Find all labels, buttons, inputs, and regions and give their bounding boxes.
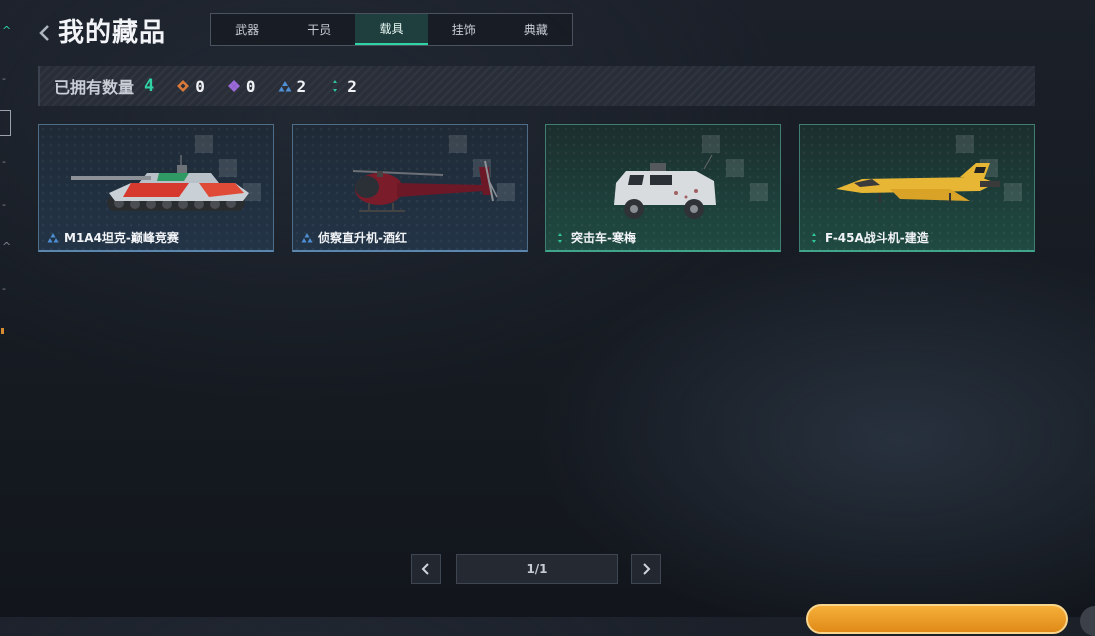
- rarity-count: 2: [296, 76, 307, 96]
- nav-marker-icon[interactable]: -: [2, 72, 6, 85]
- nav-marker-icon[interactable]: ^: [2, 24, 11, 37]
- green-rarity-icon: [812, 232, 816, 243]
- orange-diamond-cluster-icon: [177, 80, 190, 92]
- green-rarity-icon: [558, 232, 562, 243]
- tab-weapons[interactable]: 武器: [211, 14, 283, 45]
- nav-marker-icon[interactable]: -: [2, 198, 6, 211]
- nav-marker-icon[interactable]: -: [2, 282, 6, 295]
- item-card[interactable]: M1A4坦克-巅峰竞赛: [38, 124, 274, 252]
- item-name-text: M1A4坦克-巅峰竞赛: [64, 231, 179, 245]
- item-name: 侦察直升机-酒红: [301, 229, 407, 246]
- page-title: 我的藏品: [58, 18, 167, 48]
- item-name: F-45A战斗机-建造: [808, 229, 929, 246]
- rarity-count-blue: 2: [278, 76, 307, 96]
- purple-diamond-cluster-icon: [227, 80, 240, 92]
- primary-action-button[interactable]: [806, 604, 1068, 634]
- item-name-text: 侦察直升机-酒红: [318, 231, 407, 245]
- tab-label: 载具: [379, 22, 404, 36]
- fighter-jet-image: [836, 163, 1000, 203]
- tab-label: 典藏: [523, 23, 548, 37]
- rarity-count: 2: [347, 76, 357, 96]
- rarity-count: 0: [195, 76, 205, 96]
- left-side-strip: ^ - - - ^ -: [0, 0, 22, 617]
- item-card[interactable]: 侦察直升机-酒红: [292, 124, 528, 252]
- item-name: 突击车-寒梅: [554, 229, 636, 246]
- tab-label: 挂饰: [451, 23, 476, 37]
- category-tabs: 武器 干员 载具 挂饰 典藏: [210, 13, 573, 46]
- back-button[interactable]: [36, 20, 54, 46]
- rarity-count-purple: 0: [227, 77, 256, 96]
- nav-marker-icon[interactable]: -: [2, 155, 6, 168]
- rarity-count-green: 2: [328, 77, 357, 96]
- chevron-right-icon: [643, 563, 651, 575]
- blue-rarity-icon: [301, 232, 313, 242]
- chevron-left-icon: [39, 25, 49, 41]
- rarity-count-orange: 0: [176, 77, 205, 96]
- nav-selected-indicator[interactable]: [0, 110, 11, 136]
- tab-vehicles[interactable]: 载具: [355, 14, 428, 45]
- item-card[interactable]: F-45A战斗机-建造: [799, 124, 1035, 252]
- item-name: M1A4坦克-巅峰竞赛: [47, 229, 179, 246]
- helicopter-image: [352, 160, 498, 212]
- green-dots-icon: [333, 80, 338, 92]
- tank-image: [71, 155, 249, 211]
- armored-car-image: [614, 154, 716, 219]
- blue-rarity-icon: [47, 232, 59, 242]
- tab-label: 武器: [235, 23, 260, 37]
- item-card[interactable]: 突击车-寒梅: [545, 124, 781, 252]
- nav-alert-marker: [1, 328, 4, 334]
- owned-total: 4: [144, 76, 155, 96]
- item-name-text: 突击车-寒梅: [571, 231, 636, 245]
- page-indicator: 1/1: [456, 554, 618, 584]
- prev-page-button[interactable]: [411, 554, 441, 584]
- owned-summary-bar: 已拥有数量 4 0 0 2 2: [38, 66, 1035, 106]
- chevron-left-icon: [421, 563, 429, 575]
- rarity-count: 0: [245, 76, 256, 96]
- nav-chevron-up-icon[interactable]: ^: [2, 240, 11, 253]
- owned-label: 已拥有数量: [54, 78, 135, 97]
- tab-charms[interactable]: 挂饰: [428, 14, 500, 45]
- tab-label: 干员: [307, 23, 332, 37]
- item-name-text: F-45A战斗机-建造: [825, 231, 929, 245]
- round-action-button[interactable]: [1080, 606, 1095, 636]
- tab-operators[interactable]: 干员: [283, 14, 355, 45]
- blue-triangle-cluster-icon: [278, 81, 292, 92]
- next-page-button[interactable]: [631, 554, 661, 584]
- tab-collection[interactable]: 典藏: [500, 14, 572, 45]
